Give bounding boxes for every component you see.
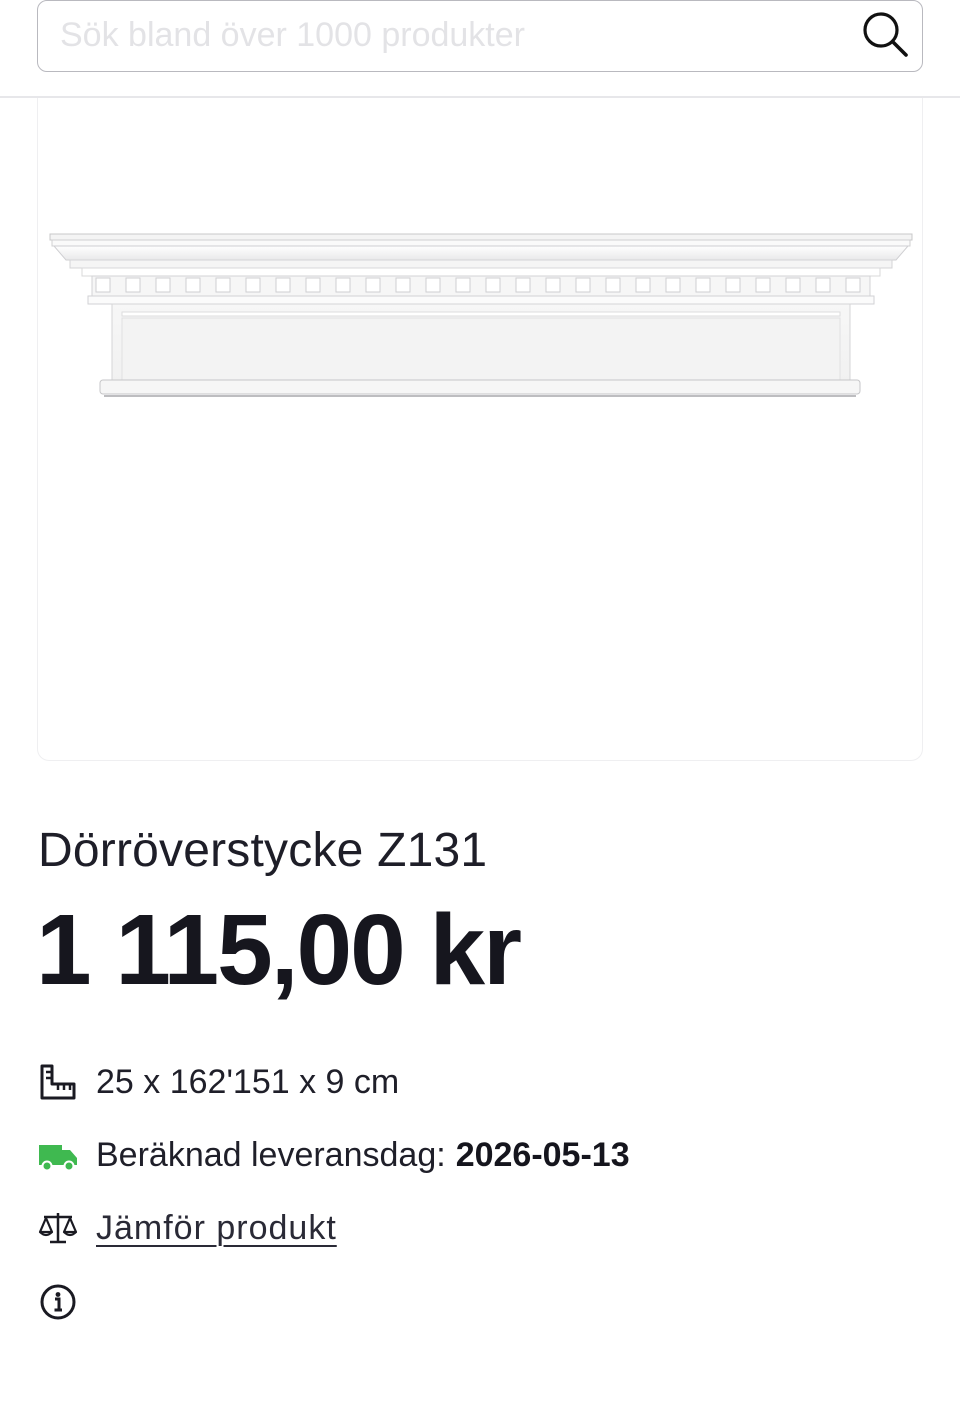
product-title: Dörröverstycke Z131 bbox=[38, 824, 488, 877]
product-price: 1 115,00 kr bbox=[36, 894, 522, 1006]
delivery-date: 2026-05-13 bbox=[455, 1135, 630, 1174]
compare-row: Jämför produkt bbox=[38, 1206, 337, 1250]
product-image-card[interactable] bbox=[37, 98, 923, 761]
more-info-row bbox=[38, 1280, 78, 1324]
search-header bbox=[0, 0, 960, 98]
search-input[interactable] bbox=[58, 9, 842, 61]
delivery-row: Beräknad leveransdag: 2026-05-13 bbox=[38, 1133, 630, 1177]
measure-icon bbox=[40, 1064, 76, 1100]
scale-icon[interactable] bbox=[38, 1208, 78, 1248]
search-bar bbox=[37, 0, 923, 72]
truck-icon bbox=[39, 1145, 77, 1172]
door-pediment-image bbox=[49, 233, 913, 397]
dimensions-row: 25 x 162'151 x 9 cm bbox=[38, 1060, 399, 1104]
compare-product-link[interactable]: Jämför produkt bbox=[96, 1209, 337, 1248]
info-icon[interactable] bbox=[38, 1282, 78, 1322]
delivery-label: Beräknad leveransdag: bbox=[96, 1135, 446, 1174]
search-icon[interactable] bbox=[858, 7, 912, 61]
dimensions-text: 25 x 162'151 x 9 cm bbox=[96, 1062, 400, 1101]
